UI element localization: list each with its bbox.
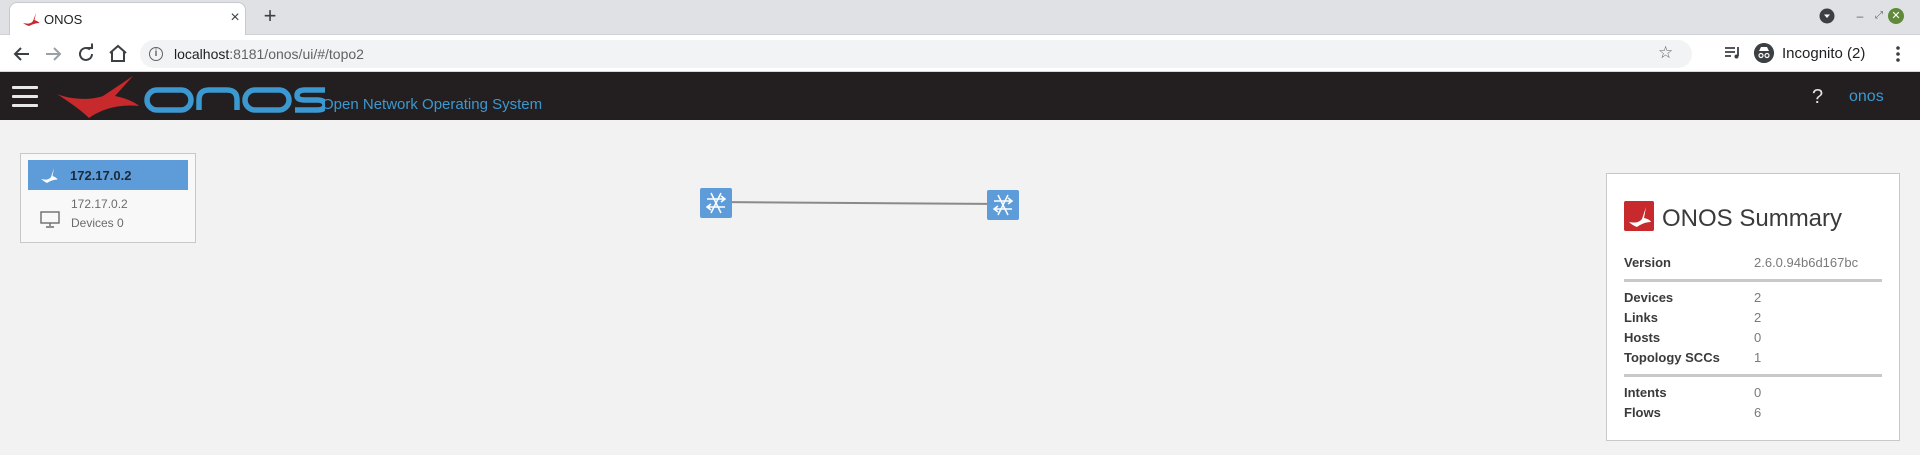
summary-key: Intents — [1624, 385, 1667, 400]
summary-row-links: Links 2 — [1624, 310, 1884, 328]
summary-value: 0 — [1754, 385, 1762, 400]
browser-tab-onos[interactable]: ONOS × — [9, 2, 246, 35]
incognito-icon — [1754, 43, 1774, 63]
cluster-ip: 172.17.0.2 — [71, 197, 128, 211]
summary-row-hosts: Hosts 0 — [1624, 330, 1884, 348]
incognito-label: Incognito (2) — [1782, 45, 1866, 62]
forward-arrow-icon[interactable] — [41, 42, 65, 66]
summary-key: Topology SCCs — [1624, 350, 1720, 365]
summary-divider — [1624, 374, 1882, 377]
onos-masthead: Open Network Operating System ? onos — [0, 72, 1920, 120]
browser-toolbar: i localhost:8181/onos/ui/#/topo2 ☆ Incog… — [0, 35, 1920, 72]
summary-value: 2.6.0.94b6d167bc — [1754, 255, 1859, 270]
cluster-panel[interactable]: 172.17.0.2 172.17.0.2 Devices 0 — [20, 153, 196, 243]
url-text[interactable]: localhost:8181/onos/ui/#/topo2 — [174, 46, 364, 62]
cluster-devices: Devices 0 — [71, 216, 124, 230]
topology-device[interactable] — [987, 190, 1019, 220]
new-tab-button[interactable]: + — [258, 4, 282, 28]
tab-title: ONOS — [44, 12, 83, 27]
browser-tab-strip: ONOS × + – ⤢ ✕ — [0, 0, 1920, 35]
summary-row-devices: Devices 2 — [1624, 290, 1884, 308]
bookmark-star-icon[interactable]: ☆ — [1658, 43, 1673, 63]
summary-key: Version — [1624, 255, 1671, 270]
user-menu[interactable]: onos — [1849, 88, 1884, 106]
onos-node-icon — [41, 168, 58, 183]
onos-logo-icon — [1624, 201, 1654, 231]
summary-value: 1 — [1754, 350, 1762, 365]
home-icon[interactable] — [106, 42, 130, 66]
summary-row-version: Version 2.6.0.94b6d167bc — [1624, 255, 1884, 273]
summary-panel: ONOS Summary Version 2.6.0.94b6d167bc De… — [1606, 173, 1900, 441]
tab-search-icon[interactable] — [1819, 8, 1835, 24]
summary-key: Flows — [1624, 405, 1661, 420]
summary-key: Devices — [1624, 290, 1674, 305]
summary-row-intents: Intents 0 — [1624, 385, 1884, 403]
summary-value: 0 — [1754, 330, 1762, 345]
media-playlist-icon[interactable] — [1724, 45, 1742, 61]
summary-key: Links — [1624, 310, 1658, 325]
url-path: :8181/onos/ui/#/topo2 — [229, 46, 364, 62]
monitor-icon — [40, 211, 60, 228]
site-info-icon[interactable]: i — [149, 47, 163, 61]
window-restore-button[interactable]: ⤢ — [1870, 6, 1888, 26]
summary-row-topology-sccs: Topology SCCs 1 — [1624, 350, 1884, 368]
topology-link[interactable] — [715, 201, 1004, 205]
onos-bird-icon — [23, 13, 40, 26]
onos-logo — [57, 76, 325, 118]
summary-divider — [1624, 279, 1882, 282]
back-arrow-icon[interactable] — [10, 42, 34, 66]
more-menu-icon[interactable] — [1895, 45, 1901, 63]
reload-icon[interactable] — [74, 42, 98, 66]
topology-canvas[interactable]: 172.17.0.2 172.17.0.2 Devices 0 ONOS Sum… — [0, 120, 1920, 455]
cluster-node-label: 172.17.0.2 — [70, 168, 132, 183]
summary-row-flows: Flows 6 — [1624, 405, 1884, 423]
masthead-subtitle: Open Network Operating System — [322, 96, 543, 113]
cluster-node-header[interactable]: 172.17.0.2 — [28, 160, 188, 190]
summary-key: Hosts — [1624, 330, 1661, 345]
summary-title: ONOS Summary — [1662, 205, 1843, 232]
nav-menu-icon[interactable] — [12, 86, 38, 108]
summary-value: 2 — [1754, 310, 1762, 325]
window-minimize-button[interactable]: – — [1850, 6, 1870, 26]
topology-device[interactable] — [700, 188, 732, 218]
tab-close-icon[interactable]: × — [226, 9, 244, 27]
summary-value: 2 — [1754, 290, 1762, 305]
url-host: localhost — [174, 46, 230, 62]
window-close-button[interactable]: ✕ — [1888, 8, 1904, 24]
address-bar[interactable]: i localhost:8181/onos/ui/#/topo2 ☆ — [140, 40, 1692, 68]
help-icon[interactable]: ? — [1812, 86, 1823, 109]
summary-value: 6 — [1754, 405, 1762, 420]
